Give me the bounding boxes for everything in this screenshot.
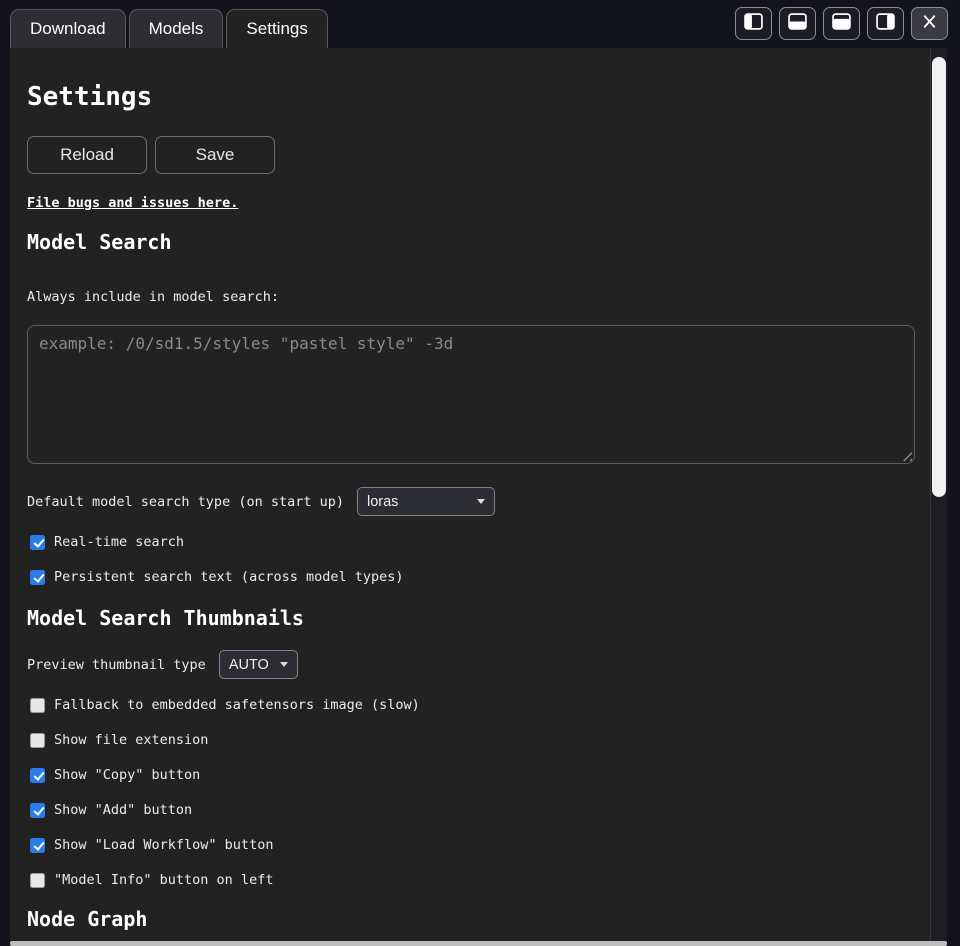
show-add-button-label: Show "Add" button — [54, 802, 192, 818]
model-info-left-checkbox[interactable] — [30, 873, 45, 888]
horizontal-scrollbar[interactable] — [10, 941, 947, 946]
settings-panel: Settings Reload Save File bugs and issue… — [10, 48, 947, 941]
tab-settings[interactable]: Settings — [226, 9, 327, 48]
tab-strip: Download Models Settings — [10, 9, 328, 48]
persistent-search-label: Persistent search text (across model typ… — [54, 569, 404, 585]
checkbox-row: "Model Info" button on left — [27, 872, 915, 888]
search-include-textarea[interactable] — [27, 325, 915, 464]
page-title: Settings — [27, 83, 915, 111]
dock-bottom-button[interactable] — [779, 7, 816, 40]
checkbox-row: Show "Add" button — [27, 802, 915, 818]
bugs-link[interactable]: File bugs and issues here. — [27, 195, 238, 211]
model-search-heading: Model Search — [27, 231, 915, 253]
window-buttons — [735, 7, 948, 40]
model-info-left-label: "Model Info" button on left — [54, 872, 273, 888]
checkbox-row: Show "Load Workflow" button — [27, 837, 915, 853]
close-icon — [920, 13, 939, 33]
realtime-search-label: Real-time search — [54, 534, 184, 550]
persistent-search-checkbox[interactable] — [30, 570, 45, 585]
maximize-icon — [832, 13, 851, 33]
default-search-type-label: Default model search type (on start up) — [27, 494, 344, 510]
checkbox-row: Show file extension — [27, 732, 915, 748]
bugs-link-row: File bugs and issues here. — [27, 192, 915, 211]
preview-thumbnail-type-row: Preview thumbnail type AUTO — [27, 650, 915, 679]
dock-right-button[interactable] — [867, 7, 904, 40]
thumbnails-heading: Model Search Thumbnails — [27, 607, 915, 629]
checkbox-row: Persistent search text (across model typ… — [27, 569, 915, 585]
always-include-label: Always include in model search: — [27, 290, 915, 305]
reload-button[interactable]: Reload — [27, 136, 147, 174]
fallback-safetensors-label: Fallback to embedded safetensors image (… — [54, 697, 420, 713]
preview-thumbnail-type-value: AUTO — [229, 657, 269, 673]
chevron-down-icon — [280, 662, 288, 667]
show-copy-button-checkbox[interactable] — [30, 768, 45, 783]
checkbox-row: Fallback to embedded safetensors image (… — [27, 697, 915, 713]
fallback-safetensors-checkbox[interactable] — [30, 698, 45, 713]
maximize-button[interactable] — [823, 7, 860, 40]
top-bar: Download Models Settings — [0, 0, 960, 48]
default-search-type-select[interactable]: loras — [357, 487, 495, 516]
show-load-workflow-label: Show "Load Workflow" button — [54, 837, 273, 853]
close-button[interactable] — [911, 7, 948, 40]
realtime-search-checkbox[interactable] — [30, 535, 45, 550]
dock-bottom-icon — [788, 13, 807, 33]
show-file-extension-checkbox[interactable] — [30, 733, 45, 748]
show-load-workflow-checkbox[interactable] — [30, 838, 45, 853]
tab-models[interactable]: Models — [129, 9, 224, 48]
checkbox-row: Real-time search — [27, 534, 915, 550]
show-file-extension-label: Show file extension — [54, 732, 208, 748]
preview-thumbnail-type-select[interactable]: AUTO — [219, 650, 298, 679]
vertical-scrollbar-track[interactable] — [930, 48, 947, 941]
settings-content: Settings Reload Save File bugs and issue… — [10, 48, 930, 941]
show-copy-button-label: Show "Copy" button — [54, 767, 200, 783]
dock-left-button[interactable] — [735, 7, 772, 40]
checkbox-row: Show "Copy" button — [27, 767, 915, 783]
show-add-button-checkbox[interactable] — [30, 803, 45, 818]
preview-thumbnail-type-label: Preview thumbnail type — [27, 657, 206, 673]
dock-left-icon — [744, 13, 763, 33]
dock-right-icon — [876, 13, 895, 33]
vertical-scrollbar-thumb[interactable] — [932, 57, 946, 497]
action-buttons: Reload Save — [27, 136, 915, 174]
default-search-type-value: loras — [367, 494, 398, 510]
default-search-type-row: Default model search type (on start up) … — [27, 487, 915, 516]
tab-download[interactable]: Download — [10, 9, 126, 48]
save-button[interactable]: Save — [155, 136, 275, 174]
chevron-down-icon — [477, 499, 485, 504]
search-include-field — [27, 325, 915, 464]
node-graph-heading: Node Graph — [27, 908, 915, 930]
